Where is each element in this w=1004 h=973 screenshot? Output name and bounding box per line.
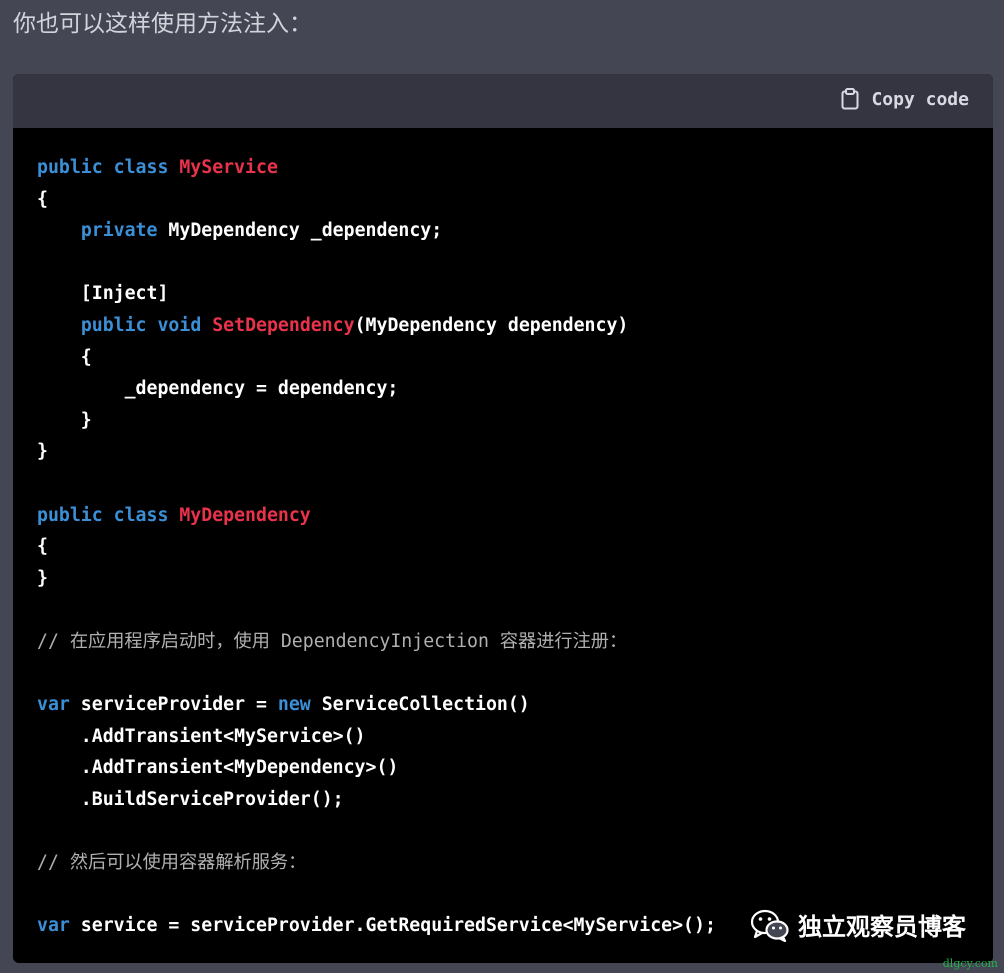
code-line: var serviceProvider = new ServiceCollect… — [37, 689, 716, 721]
code-keyword: public — [37, 504, 103, 526]
code-text: { — [37, 188, 48, 210]
code-block-header: Copy code — [13, 74, 993, 128]
code-text: } — [37, 409, 92, 431]
code-keyword: var — [37, 915, 70, 937]
code-block: Copy code public class MyService { privat… — [13, 74, 993, 963]
code-line: public class MyDependency — [37, 500, 716, 532]
code-keyword: new — [277, 694, 311, 716]
code-line: // 然后可以使用容器解析服务： — [37, 847, 716, 879]
code-keyword: private — [80, 220, 158, 242]
code-keyword: public — [37, 157, 103, 178]
code-text: serviceProvider = — [69, 694, 278, 716]
code-line: // 在应用程序启动时，使用 DependencyInjection 容器进行注… — [37, 626, 716, 658]
watermark: 独立观察员博客 — [750, 907, 966, 942]
code-text: ServiceCollection() — [310, 694, 530, 716]
code-line: } — [37, 563, 716, 595]
copy-code-button[interactable]: Copy code — [841, 88, 969, 110]
code-line: _dependency = dependency; — [37, 373, 716, 405]
code-keyword: class — [113, 157, 169, 178]
clipboard-icon — [841, 88, 859, 110]
code-line: } — [37, 436, 716, 468]
code-keyword: var — [37, 694, 70, 716]
code-identifier: MyDependency — [179, 504, 311, 526]
code-line: { — [37, 342, 716, 374]
code-line: .AddTransient<MyDependency>() — [37, 752, 716, 784]
code-line: private MyDependency _dependency; — [37, 215, 716, 247]
code-line: .AddTransient<MyService>() — [37, 721, 716, 753]
copy-code-label: Copy code — [871, 88, 969, 110]
code-keyword: void — [157, 314, 202, 336]
code-line: { — [37, 184, 716, 216]
code-text: (MyDependency dependency) — [354, 314, 629, 336]
code-comment: // 在应用程序启动时，使用 DependencyInjection 容器进行注… — [37, 630, 628, 652]
code-text: MyDependency _dependency; — [157, 220, 443, 242]
code-text: } — [37, 441, 48, 463]
code-text: .BuildServiceProvider(); — [37, 788, 344, 810]
code-line: var service = serviceProvider.GetRequire… — [37, 910, 716, 942]
code-text: _dependency = dependency; — [37, 378, 399, 400]
code-text: { — [37, 536, 48, 558]
code-line: public void SetDependency(MyDependency d… — [37, 310, 716, 342]
site-watermark: dlgcy.com — [942, 957, 998, 970]
code-identifier: MyService — [179, 157, 278, 178]
code-line: public class MyService — [37, 152, 716, 184]
watermark-text: 独立观察员博客 — [798, 913, 966, 941]
code-keyword: public — [80, 314, 147, 336]
code-line: [Inject] — [37, 278, 716, 310]
code-content: public class MyService { private MyDepend… — [37, 152, 716, 942]
code-text: service = serviceProvider.GetRequiredSer… — [69, 915, 716, 937]
code-keyword: class — [113, 504, 169, 526]
code-identifier: SetDependency — [212, 314, 355, 336]
wechat-icon — [750, 908, 790, 942]
code-line: .BuildServiceProvider(); — [37, 784, 716, 816]
code-comment: // 然后可以使用容器解析服务： — [37, 852, 307, 874]
code-text: .AddTransient<MyService>() — [37, 725, 366, 747]
code-line: } — [37, 405, 716, 437]
code-text: } — [37, 567, 48, 589]
code-text: .AddTransient<MyDependency>() — [37, 757, 399, 779]
code-text: { — [37, 346, 92, 368]
code-text: [Inject] — [37, 283, 169, 305]
code-line: { — [37, 531, 716, 563]
intro-text: 你也可以这样使用方法注入： — [13, 11, 312, 37]
